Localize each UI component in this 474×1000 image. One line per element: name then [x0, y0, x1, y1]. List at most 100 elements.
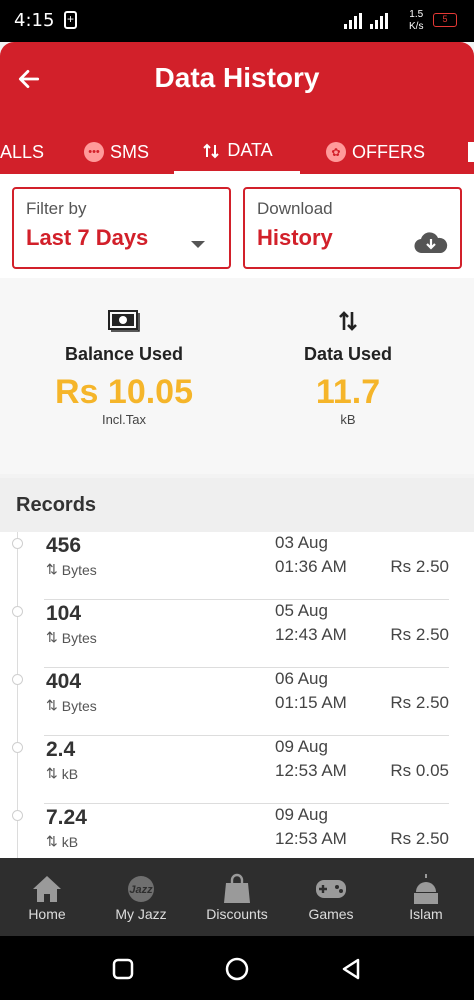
- record-cost: Rs 2.50: [390, 693, 449, 712]
- timeline-dot: [12, 810, 23, 821]
- nav-label: Games: [308, 906, 354, 922]
- records-title: Records: [16, 494, 97, 516]
- record-amount: 456: [46, 534, 82, 557]
- data-used-label: Data Used: [303, 344, 393, 364]
- nav-discounts[interactable]: Discounts: [190, 872, 284, 922]
- balance-used-card: Balance Used Rs 10.05 Incl.Tax: [24, 308, 224, 427]
- page-title: Data History: [154, 62, 320, 93]
- shopping-bag-icon: [224, 873, 250, 903]
- nav-islam[interactable]: Islam: [379, 872, 473, 922]
- record-cost: Rs 2.50: [390, 829, 449, 848]
- data-used-unit: kB: [340, 412, 356, 427]
- table-row: 404 ⇅ Bytes 06 Aug 01:15 AM Rs 2.50: [0, 668, 474, 736]
- tab-bar: ALLS ••• SMS DATA ✿ OFFERS: [0, 130, 474, 174]
- download-history-button[interactable]: Download History: [243, 187, 462, 269]
- record-amount: 2.4: [46, 738, 76, 761]
- nav-label: My Jazz: [115, 906, 167, 922]
- battery-icon: 5: [433, 13, 457, 27]
- balance-used-note: Incl.Tax: [101, 412, 147, 427]
- bottom-navigation: Home Jazz My Jazz Discounts Games Islam: [0, 858, 474, 936]
- record-unit: ⇅ Bytes: [46, 629, 97, 646]
- tab-label: SMS: [110, 141, 150, 162]
- app-header: Data History ALLS ••• SMS DATA ✿ OFFERS: [0, 42, 474, 174]
- recents-button[interactable]: [112, 958, 134, 980]
- record-unit: ⇅ Bytes: [46, 561, 97, 578]
- tab-overflow: [468, 142, 474, 162]
- nav-home[interactable]: Home: [0, 872, 94, 922]
- record-date: 09 Aug: [275, 737, 328, 756]
- status-bar: 4:15 + 1.5 K/s 5: [0, 0, 474, 42]
- record-amount: 404: [46, 670, 82, 693]
- chat-bubble-icon: •••: [84, 142, 104, 162]
- nav-label: Discounts: [206, 906, 268, 922]
- timeline-dot: [12, 742, 23, 753]
- tab-label: DATA: [227, 140, 273, 160]
- jazz-logo-icon: Jazz: [128, 876, 154, 902]
- record-unit: ⇅ Bytes: [46, 697, 97, 714]
- filter-section: Filter by Last 7 Days Download History: [0, 174, 474, 278]
- unit-label: kB: [61, 833, 79, 850]
- tab-sms[interactable]: ••• SMS: [84, 130, 149, 174]
- nav-games[interactable]: Games: [284, 872, 378, 922]
- tab-label: OFFERS: [352, 141, 426, 162]
- svg-text:Jazz: Jazz: [129, 884, 153, 896]
- back-button[interactable]: [340, 957, 362, 981]
- table-row: 104 ⇅ Bytes 05 Aug 12:43 AM Rs 2.50: [0, 600, 474, 668]
- system-navigation-bar: [0, 936, 474, 1000]
- tab-data[interactable]: DATA: [174, 130, 300, 174]
- up-down-arrows-icon: ⇅: [46, 833, 58, 849]
- balance-used-value: Rs 10.05: [55, 373, 193, 411]
- record-time: 12:53 AM: [275, 829, 347, 848]
- up-down-arrows-icon: ⇅: [46, 629, 58, 645]
- records-list[interactable]: 456 ⇅ Bytes 03 Aug 01:36 AM Rs 2.50 104 ⇅…: [0, 532, 474, 858]
- mosque-icon: [414, 874, 438, 904]
- record-time: 12:43 AM: [275, 625, 347, 644]
- unit-label: Bytes: [61, 697, 97, 714]
- record-amount: 104: [46, 602, 82, 625]
- record-cost: Rs 0.05: [390, 761, 449, 780]
- signal-icon: [344, 13, 388, 29]
- record-unit: ⇅ kB: [46, 765, 78, 782]
- record-time: 01:15 AM: [275, 693, 347, 712]
- table-row: 456 ⇅ Bytes 03 Aug 01:36 AM Rs 2.50: [0, 532, 474, 600]
- home-icon: [33, 876, 61, 902]
- filter-value: Last 7 Days: [26, 225, 149, 250]
- record-time: 12:53 AM: [275, 761, 347, 780]
- up-down-arrows-icon: ⇅: [46, 765, 58, 781]
- tab-offers[interactable]: ✿ OFFERS: [326, 130, 425, 174]
- timeline-dot: [12, 606, 23, 617]
- nav-label: Home: [28, 906, 66, 922]
- balance-used-label: Balance Used: [64, 344, 184, 364]
- record-cost: Rs 2.50: [390, 557, 449, 576]
- up-down-arrows-icon: ⇅: [46, 561, 58, 577]
- unit-label: Bytes: [61, 629, 97, 646]
- record-cost: Rs 2.50: [390, 625, 449, 644]
- offers-icon: ✿: [326, 142, 346, 162]
- timeline-dot: [12, 538, 23, 549]
- cash-icon: [108, 310, 140, 332]
- records-header: Records: [0, 478, 474, 532]
- download-label: Download: [257, 199, 333, 218]
- nav-my-jazz[interactable]: Jazz My Jazz: [94, 872, 188, 922]
- filter-label: Filter by: [26, 199, 87, 218]
- up-down-arrows-icon: [203, 143, 220, 158]
- table-row: 2.4 ⇅ kB 09 Aug 12:53 AM Rs 0.05: [0, 736, 474, 804]
- notification-icon: +: [64, 11, 77, 29]
- usage-summary: Balance Used Rs 10.05 Incl.Tax Data Used…: [0, 278, 474, 474]
- data-used-value: 11.7: [315, 373, 381, 411]
- record-date: 03 Aug: [275, 533, 328, 552]
- record-time: 01:36 AM: [275, 557, 347, 576]
- tab-label: ALLS: [0, 141, 45, 162]
- record-unit: ⇅ kB: [46, 833, 78, 850]
- unit-label: Bytes: [61, 561, 97, 578]
- filter-dropdown[interactable]: Filter by Last 7 Days: [12, 187, 231, 269]
- tab-calls[interactable]: ALLS: [0, 130, 44, 174]
- record-amount: 7.24: [46, 806, 87, 829]
- gamepad-icon: [316, 880, 346, 898]
- home-button[interactable]: [225, 957, 249, 981]
- unit-label: kB: [61, 765, 79, 782]
- table-row: 7.24 ⇅ kB 09 Aug 12:53 AM Rs 2.50: [0, 804, 474, 858]
- record-date: 06 Aug: [275, 669, 328, 688]
- status-time: 4:15: [14, 10, 55, 31]
- cloud-download-icon: [414, 232, 448, 254]
